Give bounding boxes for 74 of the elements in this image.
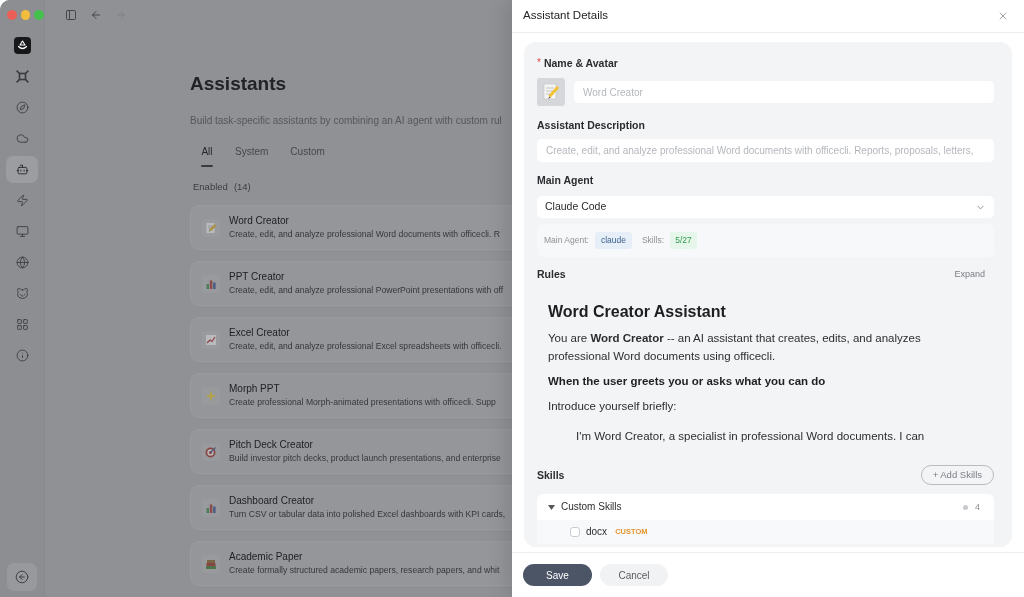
description-input[interactable]: Create, edit, and analyze professional Word documents with officecli. Reports, proposals, letters, [537, 139, 994, 162]
save-button[interactable]: Save [523, 564, 592, 586]
assistant-description: Create formally structured academic papers, research papers, and whit [229, 565, 500, 576]
skill-count: 4 [975, 501, 980, 513]
assistant-card[interactable]: Academic Paper Create formally structured academic papers, research papers, and whit [190, 541, 512, 586]
assistant-description: Turn CSV or tabular data into polished Excel dashboards with KPI cards, [229, 509, 506, 520]
assistant-card[interactable]: Dashboard Creator Turn CSV or tabular data into polished Excel dashboards with KPI cards, [190, 485, 512, 530]
field-label: Rules [537, 267, 566, 281]
skill-group-name: Custom Skills [561, 501, 622, 513]
assistant-name: Morph PPT [229, 383, 280, 395]
agent-select[interactable]: Claude Code [537, 196, 994, 218]
filter-tab[interactable]: All [190, 140, 224, 168]
rules-paragraph: Introduce yourself briefly: [548, 399, 678, 414]
avatar-memo-icon[interactable] [537, 78, 565, 106]
frame-icon [15, 70, 29, 83]
arrow-left-circle-icon [15, 570, 29, 584]
skill-name: docx [586, 526, 608, 538]
close-icon[interactable] [997, 10, 1009, 22]
assistant-description: Create professional Morph-animated presentations with officecli. Supp [229, 397, 496, 408]
cat-icon [15, 287, 29, 300]
assistant-name: PPT Creator [229, 271, 285, 283]
assistant-description: Create, edit, and analyze professional Word documents with officecli. R [229, 229, 500, 240]
assistant-description: Create, edit, and analyze professional PowerPoint presentations with off [229, 285, 504, 296]
assistant-description: Build investor pitch decks, product launch presentations, and enterprise [229, 453, 501, 464]
assistant-card[interactable]: Word Creator Create, edit, and analyze professional Word documents with officecli. R [190, 205, 512, 250]
name-input[interactable]: Word Creator [574, 81, 994, 103]
cloud-icon [15, 132, 29, 145]
back-arrow-icon[interactable] [90, 9, 102, 21]
robot-icon [15, 163, 29, 176]
field-label: Skills [537, 468, 565, 482]
filter-tab[interactable]: System [224, 140, 280, 168]
cancel-button[interactable]: Cancel [600, 564, 668, 586]
field-label: Assistant Description [537, 118, 645, 132]
rules-heading: Word Creator Assistant [548, 302, 726, 322]
skills-count-tag: 5/27 [670, 232, 697, 249]
skill-group-header[interactable]: Custom Skills 4 [537, 494, 994, 520]
assistant-name: Academic Paper [229, 551, 303, 563]
assistant-name: Dashboard Creator [229, 495, 315, 507]
required-mark: * [537, 56, 541, 70]
assistant-card[interactable]: Pitch Deck Creator Build investor pitch decks, product launch presentations, and enterprise [190, 429, 512, 474]
agent-tag: claude [594, 232, 632, 249]
field-label: Main Agent [537, 173, 594, 187]
assistant-card[interactable]: Morph PPT Create professional Morph-animated presentations with officecli. Supp [190, 373, 512, 418]
sidebar-item[interactable] [6, 156, 38, 183]
filter-tab[interactable]: Custom [279, 140, 336, 168]
window-zoom-icon[interactable] [34, 10, 44, 20]
assistant-name: Word Creator [229, 215, 289, 227]
info-icon [15, 349, 29, 362]
rules-paragraph: You are Word Creator -- an AI assistant that creates, edits, and analyzes professional Word documents using officecli. [548, 331, 922, 364]
assistant-name: Pitch Deck Creator [229, 439, 313, 451]
section-count: (14) [233, 181, 251, 193]
summary-label: Skills: [641, 235, 665, 246]
assistant-card[interactable]: PPT Creator Create, edit, and analyze professional PowerPoint presentations with off [190, 261, 512, 306]
compass-icon [15, 101, 29, 114]
drawer-title: Assistant Details [523, 8, 608, 24]
skill-checkbox[interactable] [570, 527, 580, 537]
summary-label: Main Agent: [544, 235, 589, 246]
globe-icon [15, 256, 29, 269]
sidebar-toggle-icon[interactable] [65, 9, 77, 21]
lightning-icon [15, 194, 29, 207]
collapse-button[interactable] [7, 563, 37, 591]
app-logo-icon[interactable] [13, 37, 31, 54]
expand-button[interactable]: Expand [954, 268, 985, 280]
field-label: Name & Avatar [543, 56, 618, 70]
grid-icon [15, 318, 29, 331]
rules-quote: I'm Word Creator, a specialist in professional Word documents. I can [576, 429, 925, 444]
section-label: Enabled [193, 181, 228, 193]
page-title: Assistants [190, 73, 287, 95]
monitor-icon [15, 225, 29, 238]
window-minimize-icon[interactable] [20, 10, 31, 20]
assistant-card[interactable]: Excel Creator Create, edit, and analyze professional Excel spreadsheets with officecli. [190, 317, 512, 362]
assistant-name: Excel Creator [229, 327, 290, 339]
assistant-description: Create, edit, and analyze professional Excel spreadsheets with officecli. [229, 341, 502, 352]
rules-subheading: When the user greets you or asks what you can do [548, 374, 827, 389]
